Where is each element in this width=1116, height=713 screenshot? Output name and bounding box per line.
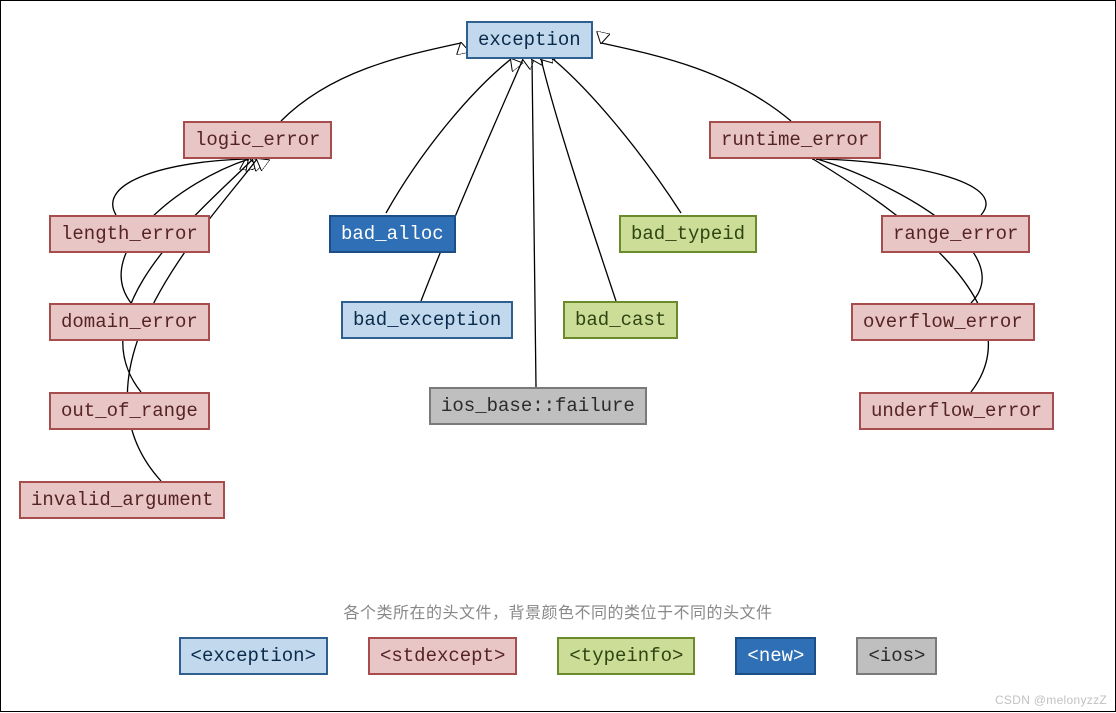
- class-out-of-range: out_of_range: [49, 392, 210, 430]
- legend-ios: <ios>: [856, 637, 937, 675]
- legend-stdexcept: <stdexcept>: [368, 637, 517, 675]
- class-invalid-argument: invalid_argument: [19, 481, 225, 519]
- legend-row: <exception> <stdexcept> <typeinfo> <new>…: [1, 637, 1115, 675]
- class-bad-cast: bad_cast: [563, 301, 678, 339]
- class-overflow-error: overflow_error: [851, 303, 1035, 341]
- class-exception: exception: [466, 21, 593, 59]
- class-bad-exception: bad_exception: [341, 301, 513, 339]
- class-bad-alloc: bad_alloc: [329, 215, 456, 253]
- legend-exception: <exception>: [179, 637, 328, 675]
- legend-typeinfo: <typeinfo>: [557, 637, 695, 675]
- class-range-error: range_error: [881, 215, 1030, 253]
- class-runtime-error: runtime_error: [709, 121, 881, 159]
- legend-new: <new>: [735, 637, 816, 675]
- class-domain-error: domain_error: [49, 303, 210, 341]
- class-underflow-error: underflow_error: [859, 392, 1054, 430]
- diagram-frame: exception logic_error runtime_error leng…: [0, 0, 1116, 712]
- class-bad-typeid: bad_typeid: [619, 215, 757, 253]
- legend-caption: 各个类所在的头文件，背景颜色不同的类位于不同的头文件: [1, 599, 1115, 623]
- class-ios-base-failure: ios_base::failure: [429, 387, 647, 425]
- class-logic-error: logic_error: [183, 121, 332, 159]
- class-length-error: length_error: [49, 215, 210, 253]
- watermark: CSDN @melonyzzZ: [995, 693, 1107, 707]
